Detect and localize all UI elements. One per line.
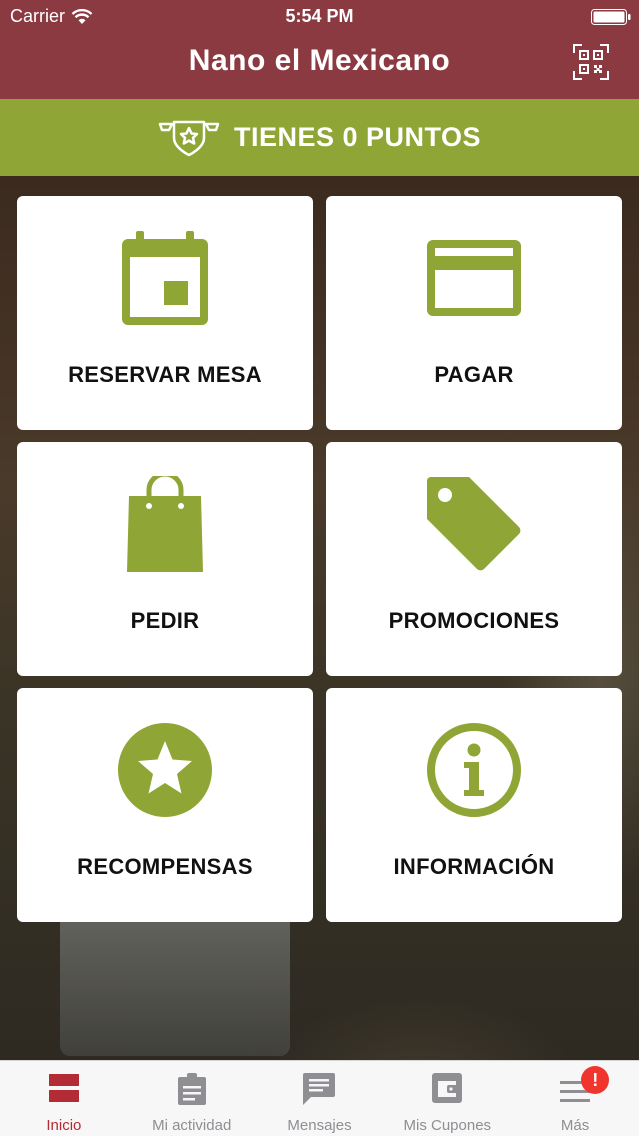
credit-card-icon (427, 240, 521, 316)
tab-mensajes[interactable]: Mensajes (256, 1061, 384, 1136)
tab-mis-cupones[interactable]: Mis Cupones (383, 1061, 511, 1136)
points-text: TIENES 0 PUNTOS (233, 122, 482, 152)
informacion-tile[interactable]: INFORMACIÓN (326, 688, 622, 922)
app-header: Carrier 5:54 PM Nano el Mexicano (0, 0, 639, 99)
recompensas-tile[interactable]: RECOMPENSAS (17, 688, 313, 922)
tile-label: PROMOCIONES (388, 608, 560, 633)
clipboard-icon (177, 1073, 206, 1105)
pedir-tile[interactable]: PEDIR (17, 442, 313, 676)
tab-label: Mensajes (287, 1117, 352, 1134)
tile-label: PEDIR (130, 608, 200, 633)
notification-badge: ! (581, 1066, 610, 1094)
tile-label: PAGAR (434, 362, 514, 387)
star-icon (118, 723, 212, 817)
status-time: 5:54 PM (285, 6, 354, 26)
pagar-tile[interactable]: PAGAR (326, 196, 622, 430)
qr-code-icon[interactable] (573, 44, 609, 80)
info-icon (427, 723, 521, 817)
tile-label: RESERVAR MESA (68, 362, 262, 387)
points-banner[interactable]: TIENES 0 PUNTOS (0, 99, 639, 176)
message-icon (303, 1073, 336, 1105)
tab-label: Inicio (46, 1117, 82, 1134)
tab-label: Más (560, 1117, 590, 1134)
tab-bar: Inicio Mi actividad Mensajes Mis Cupones… (0, 1060, 639, 1136)
shopping-bag-icon (127, 476, 203, 572)
tag-icon (427, 477, 521, 571)
tab-label: Mis Cupones (403, 1117, 492, 1134)
wallet-icon (432, 1073, 463, 1103)
promociones-tile[interactable]: PROMOCIONES (326, 442, 622, 676)
tab-mi-actividad[interactable]: Mi actividad (128, 1061, 256, 1136)
tab-label: Mi actividad (152, 1117, 232, 1134)
tab-inicio[interactable]: Inicio (0, 1061, 128, 1136)
status-bar: Carrier 5:54 PM (0, 0, 639, 34)
badge-star-icon (158, 120, 220, 156)
calendar-icon (122, 231, 208, 325)
home-icon (48, 1074, 79, 1102)
reservar-mesa-tile[interactable]: RESERVAR MESA (17, 196, 313, 430)
tab-mas[interactable]: ! Más (511, 1061, 639, 1136)
tile-label: INFORMACIÓN (393, 854, 555, 879)
tile-label: RECOMPENSAS (77, 854, 253, 879)
app-title: Nano el Mexicano (188, 44, 451, 77)
battery-icon (591, 9, 631, 25)
